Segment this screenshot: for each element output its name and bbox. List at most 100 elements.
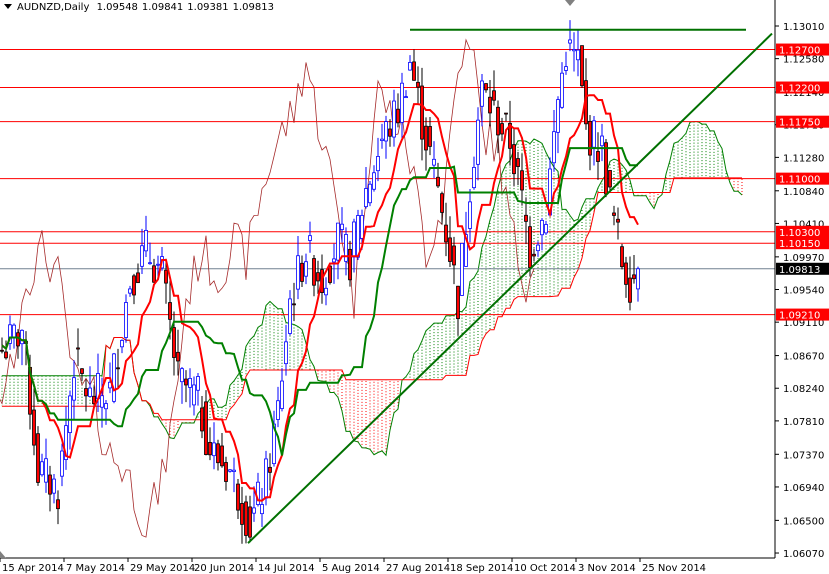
candle-body	[240, 503, 244, 525]
candle-body	[488, 96, 492, 114]
candle-body	[184, 378, 188, 386]
x-tick-label: 27 Aug 2014	[386, 563, 450, 574]
candle-body	[200, 407, 204, 432]
candle-body	[552, 131, 556, 164]
candle-body	[624, 262, 628, 285]
scroll-marker-icon	[0, 551, 6, 558]
candle-body	[472, 166, 476, 189]
candle-body	[516, 158, 520, 167]
candle-body	[328, 265, 332, 283]
y-tick-label: 1.13010	[783, 22, 824, 33]
candle-body	[456, 285, 460, 320]
candle-body	[156, 263, 160, 266]
candle-body	[416, 81, 420, 88]
candle-body	[432, 158, 436, 166]
candle-body	[132, 275, 136, 296]
candle-body	[532, 253, 536, 257]
candle-body	[172, 327, 176, 358]
candle-body	[192, 384, 196, 406]
candle-body	[284, 341, 288, 365]
y-tick-label: 1.09970	[783, 253, 824, 264]
candle-body	[636, 268, 640, 290]
candle-body	[56, 499, 60, 510]
low-value: 1.09381	[187, 2, 229, 13]
candle-body	[356, 215, 360, 258]
y-tick-label: 1.06070	[783, 549, 824, 560]
candle-body	[220, 445, 224, 467]
candle-body	[308, 235, 312, 241]
candle-body	[568, 39, 572, 44]
candle-body	[616, 218, 620, 223]
x-tick-label: 25 Nov 2014	[642, 563, 706, 574]
candle-body	[384, 121, 388, 142]
candle-body	[12, 324, 16, 338]
candle-body	[580, 45, 584, 87]
candle-body	[20, 329, 24, 345]
candle-body	[424, 125, 428, 151]
candle-body	[248, 506, 252, 538]
candle-body	[348, 248, 352, 281]
candle-body	[452, 245, 456, 266]
candle-body	[528, 226, 532, 268]
candle-body	[620, 246, 624, 268]
y-tick-label: 1.06940	[783, 483, 824, 494]
candle-body	[484, 83, 488, 91]
candle-body	[280, 380, 284, 409]
candle-body	[536, 244, 540, 252]
candle-body	[312, 258, 316, 286]
candle-body	[36, 433, 40, 483]
x-tick-label: 15 Apr 2014	[2, 563, 64, 574]
chart-header: AUDNZD,Daily 1.09548 1.09841 1.09381 1.0981…	[4, 2, 278, 13]
candle-body	[232, 469, 236, 472]
candle-body	[204, 401, 208, 455]
candle-body	[440, 193, 444, 213]
candle-body	[72, 377, 76, 401]
candle-body	[576, 49, 580, 61]
candle-body	[404, 96, 408, 99]
candle-body	[80, 368, 84, 374]
candle-body	[556, 99, 560, 133]
candle-body	[300, 262, 304, 282]
candle-body	[476, 119, 480, 165]
candle-body	[444, 224, 448, 243]
candle-body	[4, 351, 8, 359]
candle-body	[352, 221, 356, 258]
level-price-label: 1.10300	[779, 228, 820, 239]
candle-body	[604, 142, 608, 195]
candle-body	[364, 188, 368, 208]
candle-body	[628, 277, 632, 303]
candle-body	[544, 224, 548, 234]
candle-body	[296, 255, 300, 290]
dropdown-triangle-icon[interactable]	[4, 4, 12, 9]
level-price-label: 1.11000	[779, 175, 820, 186]
candle-body	[480, 80, 484, 107]
candle-body	[148, 262, 152, 265]
candle-body	[504, 112, 508, 115]
candle-body	[252, 507, 256, 514]
candle-body	[564, 66, 568, 71]
candle-body	[244, 501, 248, 536]
x-tick-label: 3 Nov 2014	[578, 563, 636, 574]
candle-body	[260, 504, 264, 515]
candle-body	[496, 106, 500, 136]
candle-body	[292, 303, 296, 306]
candle-body	[572, 49, 576, 52]
candle-body	[124, 302, 128, 338]
candle-body	[540, 219, 544, 236]
level-price-label: 1.11750	[779, 118, 820, 129]
candle-body	[400, 82, 404, 123]
candle-body	[120, 340, 124, 348]
candle-body	[92, 395, 96, 405]
candle-body	[376, 156, 380, 172]
candle-body	[48, 474, 52, 495]
close-value: 1.09813	[232, 2, 274, 13]
candle-body	[560, 72, 564, 108]
shift-marker-icon	[565, 0, 575, 6]
candle-body	[388, 128, 392, 137]
candle-body	[216, 443, 220, 464]
candle-body	[128, 288, 132, 294]
price-chart[interactable]: 1.130101.125801.121401.117101.112801.108…	[0, 0, 829, 574]
candle-body	[44, 458, 48, 483]
candle-body	[76, 347, 80, 350]
plot-area	[0, 20, 775, 544]
